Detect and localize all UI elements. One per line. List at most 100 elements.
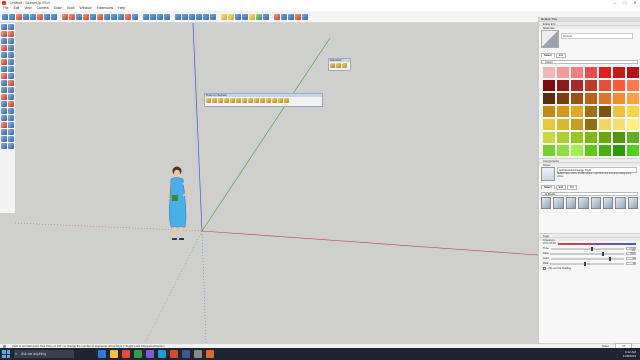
zoom-window-icon[interactable]: [8, 115, 14, 121]
system-clock[interactable]: 9:42 AM 11/8/2019: [623, 350, 636, 358]
taskbar-app-icon[interactable]: [134, 350, 142, 358]
surface-tool-9-icon[interactable]: [254, 98, 259, 103]
material-swatch[interactable]: [585, 67, 597, 78]
monochrome-icon[interactable]: [263, 13, 269, 20]
open-file-icon[interactable]: [336, 63, 341, 68]
protractor-icon[interactable]: [118, 13, 124, 20]
eraser-tool-icon[interactable]: [16, 13, 22, 20]
material-swatch[interactable]: [585, 119, 597, 130]
shadow-light-value[interactable]: 80: [626, 257, 636, 260]
material-swatch[interactable]: [585, 132, 597, 143]
shadow-time-value[interactable]: 01:30 PM: [626, 247, 636, 252]
material-swatch[interactable]: [627, 132, 639, 143]
rectangle-icon[interactable]: [1, 52, 7, 58]
section-display-icon[interactable]: [1, 143, 7, 149]
material-swatch[interactable]: [557, 145, 569, 156]
wireframe-icon[interactable]: [235, 13, 241, 20]
material-swatch[interactable]: [571, 145, 583, 156]
surface-tool-12-icon[interactable]: [272, 98, 277, 103]
iso-view-icon[interactable]: [175, 13, 181, 20]
surface-tool-14-icon[interactable]: [284, 98, 289, 103]
material-name-field[interactable]: Default: [561, 33, 633, 39]
material-swatch[interactable]: [613, 119, 625, 130]
material-swatch[interactable]: [599, 80, 611, 91]
shaded-textures-icon[interactable]: [256, 13, 262, 20]
move-tool-icon[interactable]: [62, 13, 68, 20]
front-view-icon[interactable]: [189, 13, 195, 20]
hiddenline-icon[interactable]: [242, 13, 248, 20]
zoom-extents-icon[interactable]: [164, 13, 170, 20]
zoom-tool-icon[interactable]: [1, 115, 7, 121]
surface-tool-7-icon[interactable]: [242, 98, 247, 103]
material-swatch[interactable]: [613, 145, 625, 156]
offset-icon[interactable]: [8, 80, 14, 86]
surface-tool-3-icon[interactable]: [218, 98, 223, 103]
previous-view-icon[interactable]: [8, 122, 14, 128]
line-tool-icon[interactable]: [9, 13, 15, 20]
scale-tool-icon[interactable]: [76, 13, 82, 20]
shadow-timezone[interactable]: UTC-07:00: [543, 242, 556, 245]
windows-start-icon[interactable]: [2, 350, 10, 358]
dimension-tool-icon[interactable]: [111, 13, 117, 20]
material-swatch[interactable]: [613, 132, 625, 143]
top-view-icon[interactable]: [182, 13, 188, 20]
material-swatch[interactable]: [543, 93, 555, 104]
orbit-tool-icon[interactable]: [1, 108, 7, 114]
material-swatch[interactable]: [599, 93, 611, 104]
polygon-icon[interactable]: [8, 59, 14, 65]
polygon-tool-icon[interactable]: [44, 13, 50, 20]
tape-measure-icon[interactable]: [104, 13, 110, 20]
material-swatch[interactable]: [585, 93, 597, 104]
material-swatch[interactable]: [543, 80, 555, 91]
sun-checkbox[interactable]: [543, 267, 546, 270]
material-swatch[interactable]: [599, 106, 611, 117]
taskbar-app-icon[interactable]: [146, 350, 154, 358]
styles-category-select[interactable]: In Model: [541, 192, 638, 196]
material-swatch[interactable]: [599, 132, 611, 143]
paint-icon[interactable]: [8, 31, 14, 37]
material-swatch[interactable]: [557, 93, 569, 104]
material-swatch[interactable]: [613, 93, 625, 104]
tab-styles-edit[interactable]: Edit: [555, 185, 567, 190]
surface-tool-11-icon[interactable]: [266, 98, 271, 103]
xray-icon[interactable]: [221, 13, 227, 20]
material-swatch[interactable]: [571, 119, 583, 130]
material-swatch[interactable]: [613, 80, 625, 91]
layout-icon[interactable]: [295, 13, 301, 20]
material-swatch[interactable]: [599, 67, 611, 78]
material-swatch[interactable]: [613, 106, 625, 117]
right-view-icon[interactable]: [196, 13, 202, 20]
material-swatch[interactable]: [613, 67, 625, 78]
look-around-icon[interactable]: [1, 136, 7, 142]
circle-icon[interactable]: [1, 59, 7, 65]
save-file-icon[interactable]: [342, 63, 347, 68]
timezone-slider[interactable]: [557, 242, 636, 245]
share-model-icon[interactable]: [281, 13, 287, 20]
modeling-viewport[interactable]: Standard Tools on Surface: [15, 23, 538, 343]
material-swatch[interactable]: [585, 106, 597, 117]
material-swatch[interactable]: [557, 119, 569, 130]
taskbar-app-icon[interactable]: [158, 350, 166, 358]
dimension-icon[interactable]: [8, 87, 14, 93]
pan-icon[interactable]: [150, 13, 156, 20]
select-tool-icon[interactable]: [2, 13, 8, 20]
tools-on-surface-toolbar[interactable]: Tools on Surface: [204, 93, 323, 107]
zoom-extents-tool-icon[interactable]: [1, 122, 7, 128]
zoom-icon[interactable]: [157, 13, 163, 20]
followme-icon[interactable]: [8, 73, 14, 79]
material-swatch[interactable]: [585, 145, 597, 156]
date-slider[interactable]: [550, 251, 624, 256]
protractor-tool-icon[interactable]: [1, 94, 7, 100]
tape-icon[interactable]: [1, 87, 7, 93]
orbit-icon[interactable]: [143, 13, 149, 20]
section-cuts-icon[interactable]: [8, 143, 14, 149]
material-swatch[interactable]: [571, 93, 583, 104]
material-swatch[interactable]: [557, 80, 569, 91]
surface-tool-6-icon[interactable]: [236, 98, 241, 103]
style-thumbnail[interactable]: [541, 197, 552, 209]
backedges-icon[interactable]: [228, 13, 234, 20]
circle-tool-icon[interactable]: [30, 13, 36, 20]
material-swatch[interactable]: [571, 132, 583, 143]
line-icon[interactable]: [1, 38, 7, 44]
text-tool-icon[interactable]: [125, 13, 131, 20]
